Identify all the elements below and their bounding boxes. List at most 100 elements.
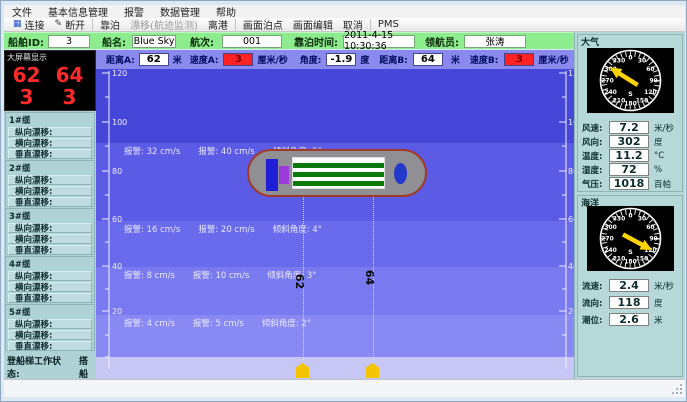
distance-b-value: 64 xyxy=(413,53,443,66)
svg-text:100: 100 xyxy=(112,118,127,127)
disconnect-label: 断开 xyxy=(65,17,85,32)
svg-text:150: 150 xyxy=(636,97,649,104)
svg-text:0: 0 xyxy=(628,213,632,220)
svg-text:120: 120 xyxy=(644,89,657,96)
wind-direction-value: 302 xyxy=(609,135,649,148)
tide-level-value: 2.6 xyxy=(609,313,649,326)
alarm-threshold-line-4: 报警: 4 cm/s报警: 5 cm/s倾斜角度: 2° xyxy=(124,317,311,329)
resize-grip-icon[interactable] xyxy=(671,383,682,394)
cable-5-longitudinal-drift: 纵向漂移: xyxy=(8,319,92,329)
weather-panel-title: 大气 xyxy=(581,35,599,48)
temperature-row: 温度: 11.2 °C xyxy=(582,149,680,162)
ship-info-bar: 船舶ID: 3 船名: Blue Sky 航次: 001 靠泊时间: 2011-… xyxy=(4,32,574,49)
display-distance-b: 64 xyxy=(48,65,91,86)
svg-text:0: 0 xyxy=(628,55,632,62)
svg-text:330: 330 xyxy=(613,216,626,223)
svg-text:90: 90 xyxy=(649,236,657,243)
disconnect-icon: ✎ xyxy=(55,20,63,29)
toolbar-separator xyxy=(92,19,93,30)
current-speed-value: 2.4 xyxy=(609,279,649,292)
distance-a-value: 62 xyxy=(139,53,169,66)
svg-text:30: 30 xyxy=(638,58,646,65)
screen-edit-button[interactable]: 画面编辑 xyxy=(288,19,338,31)
humidity-row: 湿度: 72 % xyxy=(582,163,680,176)
cancel-button[interactable]: 取消 xyxy=(338,19,368,31)
drift-monitor-button[interactable]: 漂移(航迹监测) xyxy=(125,19,203,31)
cable-drift-sidebar: 1#缆 纵向漂移: 横向漂移: 垂直漂移: 2#缆 纵向漂移: 横向漂移: 垂直… xyxy=(4,111,96,379)
cable-2-vertical-drift: 垂直漂移: xyxy=(8,197,92,207)
ship-name-field[interactable]: Blue Sky xyxy=(132,35,176,48)
humidity-value: 72 xyxy=(609,163,649,176)
svg-text:300: 300 xyxy=(604,224,617,231)
distance-b-unit: 米 xyxy=(451,53,460,66)
status-bar xyxy=(4,379,685,397)
wind-speed-row: 风速: 7.2 米/秒 xyxy=(582,121,680,134)
speed-a-label: 速度A: xyxy=(190,53,219,66)
svg-text:240: 240 xyxy=(604,89,617,96)
cable-1-title: 1#缆 xyxy=(6,113,94,126)
pilot-label: 领航员: xyxy=(425,34,459,49)
gangway-status-value: 搭船 xyxy=(79,354,96,380)
berth-time-label: 靠泊时间: xyxy=(294,34,338,49)
voyage-field[interactable]: 001 xyxy=(222,35,282,48)
pressure-row: 气压: 1018 百帕 xyxy=(582,177,680,190)
svg-text:330: 330 xyxy=(613,58,626,65)
cable-3-section: 3#缆 纵向漂移: 横向漂移: 垂直漂移: xyxy=(5,208,95,255)
cable-1-section: 1#缆 纵向漂移: 横向漂移: 垂直漂移: xyxy=(5,112,95,159)
wind-direction-row: 风向: 302 度 xyxy=(582,135,680,148)
gangway-status-row: 登船梯工作状态: 搭船 xyxy=(7,354,96,380)
gangway-status-label: 登船梯工作状态: xyxy=(7,354,70,380)
cable-4-vertical-drift: 垂直漂移: xyxy=(8,293,92,303)
connect-button[interactable]: ▦ 连接 xyxy=(8,19,50,31)
speed-a-value: 3 xyxy=(223,53,253,66)
berth-button[interactable]: 靠泊 xyxy=(95,19,125,31)
cable-2-longitudinal-drift: 纵向漂移: xyxy=(8,175,92,185)
svg-text:180: 180 xyxy=(624,101,637,108)
distance-a-unit: 米 xyxy=(173,53,182,66)
voyage-label: 航次: xyxy=(190,34,214,49)
ship-id-field[interactable]: 3 xyxy=(48,35,90,48)
cable-4-title: 4#缆 xyxy=(6,257,94,270)
svg-text:210: 210 xyxy=(613,255,626,262)
cable-3-vertical-drift: 垂直漂移: xyxy=(8,245,92,255)
ship-superstructure xyxy=(266,159,278,191)
cable-2-section: 2#缆 纵向漂移: 横向漂移: 垂直漂移: xyxy=(5,160,95,207)
svg-text:270: 270 xyxy=(601,78,614,85)
cable-5-title: 5#缆 xyxy=(6,305,94,318)
app-window: 文件 基本信息管理 报警 数据管理 帮助 ▦ 连接 ✎ 断开 靠泊 漂移(航迹监… xyxy=(0,0,687,402)
tide-level-row: 潮位: 2.6 米 xyxy=(582,313,680,326)
cable-5-section: 5#缆 纵向漂移: 横向漂移: 垂直漂移: xyxy=(5,304,95,351)
angle-value: -1.9 xyxy=(326,53,356,66)
connect-label: 连接 xyxy=(25,17,45,32)
speed-a-unit: 厘米/秒 xyxy=(257,53,287,66)
toolbar-separator xyxy=(235,19,236,30)
ship-graphic xyxy=(247,149,427,197)
cable-5-lateral-drift: 横向漂移: xyxy=(8,330,92,340)
wind-speed-value: 7.2 xyxy=(609,121,649,134)
svg-text:210: 210 xyxy=(613,97,626,104)
ship-name-label: 船名: xyxy=(102,34,126,49)
pms-button[interactable]: PMS xyxy=(373,19,404,31)
angle-label: 角度: xyxy=(300,53,322,66)
ship-bow xyxy=(394,163,407,184)
distance-a-label: 距离A: xyxy=(106,53,135,66)
pilot-field[interactable]: 张涛 xyxy=(464,35,526,48)
current-direction-row: 流向: 118 度 xyxy=(582,296,680,309)
svg-text:30: 30 xyxy=(638,216,646,223)
svg-text:S: S xyxy=(628,248,633,256)
alarm-threshold-line-2: 报警: 16 cm/s报警: 20 cm/s倾斜角度: 4° xyxy=(124,223,322,235)
toolbar-separator xyxy=(370,19,371,30)
svg-text:S: S xyxy=(628,90,633,98)
display-panel-title: 大屏幕显示 xyxy=(7,52,47,63)
screen-berth-point-button[interactable]: 画面泊点 xyxy=(238,19,288,31)
ship-deckhouse xyxy=(279,166,289,184)
speed-b-value: 3 xyxy=(504,53,534,66)
svg-text:60: 60 xyxy=(646,224,654,231)
svg-text:90: 90 xyxy=(649,78,657,85)
disconnect-button[interactable]: ✎ 断开 xyxy=(50,19,91,31)
berth-time-field[interactable]: 2011-4-15 10:30:36 xyxy=(343,35,415,48)
angle-unit: 度 xyxy=(360,53,369,66)
depart-button[interactable]: 离港 xyxy=(203,19,233,31)
cable-3-lateral-drift: 横向漂移: xyxy=(8,234,92,244)
display-speed-b: 3 xyxy=(48,87,91,108)
